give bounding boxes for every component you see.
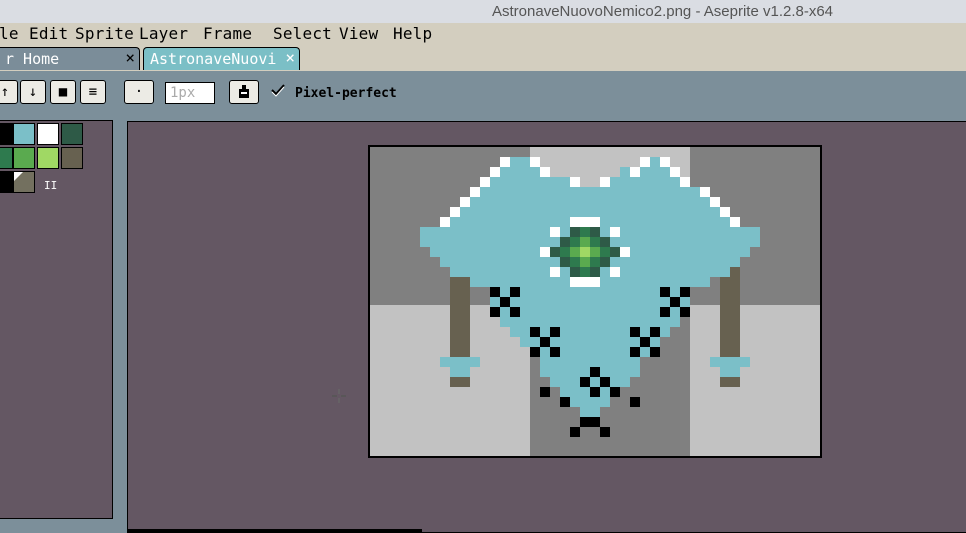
tab-sprite-file[interactable]: AstronaveNuovi ×	[143, 47, 300, 70]
tab-home-close-icon[interactable]: ×	[125, 48, 135, 67]
palette-swatch[interactable]	[61, 147, 83, 169]
palette-swatch[interactable]	[13, 147, 35, 169]
palette-swatch[interactable]	[37, 147, 59, 169]
tab-home[interactable]: r Home ×	[0, 47, 140, 70]
stop-icon[interactable]: ■	[50, 80, 76, 104]
move-up-icon[interactable]: ↑	[0, 80, 18, 104]
tab-home-label: r Home	[5, 50, 60, 68]
palette-resize-handle[interactable]: II	[44, 179, 57, 192]
pixel-perfect-label[interactable]: Pixel-perfect	[295, 86, 397, 101]
menu-select[interactable]: Select	[273, 24, 332, 43]
menu-file[interactable]: le	[0, 24, 19, 43]
palette-swatch-selected[interactable]	[13, 171, 35, 193]
color-bar: II	[0, 117, 122, 533]
menu-layer[interactable]: Layer	[139, 24, 188, 43]
sprite-canvas[interactable]	[368, 145, 822, 458]
tab-sprite-file-label: AstronaveNuovi	[150, 50, 277, 68]
crosshair-cursor-icon	[331, 388, 347, 404]
menu-edit[interactable]: Edit	[29, 24, 68, 43]
palette-swatch[interactable]	[13, 123, 35, 145]
palette-swatch[interactable]	[37, 123, 59, 145]
window-title: AstronaveNuovoNemico2.png - Aseprite v1.…	[492, 3, 834, 20]
pixel-perfect-checkbox[interactable]	[270, 83, 286, 101]
title-bar: AstronaveNuovoNemico2.png - Aseprite v1.…	[0, 0, 966, 23]
palette-swatch[interactable]	[0, 171, 13, 193]
menu-sprite[interactable]: Sprite	[75, 24, 134, 43]
palette-swatch[interactable]	[61, 123, 83, 145]
brush-size-input[interactable]: 1px	[165, 82, 215, 104]
palette-panel: II	[0, 120, 113, 519]
menu-view[interactable]: View	[339, 24, 378, 43]
menu-lines-icon[interactable]: ≡	[80, 80, 106, 104]
move-down-icon[interactable]: ↓	[20, 80, 46, 104]
palette-swatch[interactable]	[0, 123, 13, 145]
tab-strip: r Home × AstronaveNuovi ×	[0, 45, 966, 72]
menu-help[interactable]: Help	[393, 24, 432, 43]
sprite-pixel-art	[370, 147, 820, 456]
ink-bottle-icon[interactable]	[229, 80, 259, 104]
palette-swatch[interactable]	[0, 147, 13, 169]
menu-frame[interactable]: Frame	[203, 24, 252, 43]
checkmark-icon	[271, 84, 285, 97]
horizontal-scrollbar[interactable]	[127, 529, 422, 533]
menu-bar: le Edit Sprite Layer Frame Select View H…	[0, 23, 966, 45]
brush-type-dot-icon[interactable]: ·	[124, 80, 154, 104]
ink-bottle-glyph	[239, 85, 249, 98]
selected-corner-icon	[14, 172, 23, 181]
tab-sprite-close-icon[interactable]: ×	[285, 48, 295, 67]
